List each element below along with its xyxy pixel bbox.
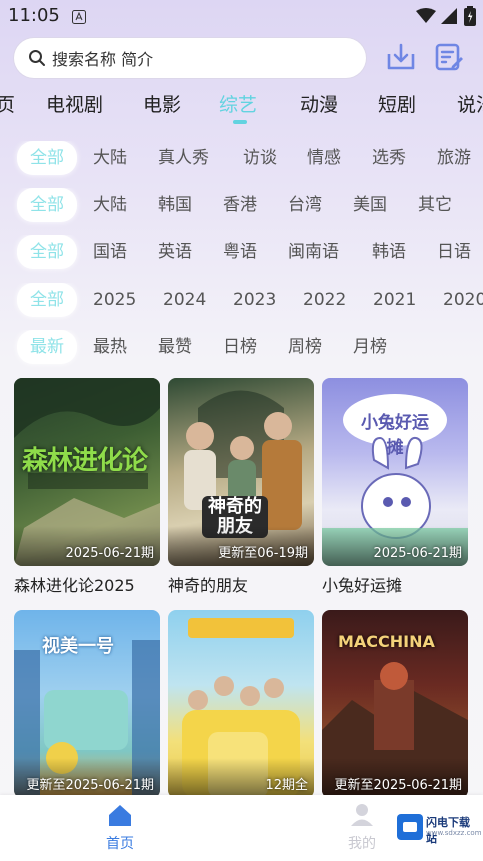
filter-lang-all[interactable]: 全部 xyxy=(17,235,77,269)
download-icon[interactable] xyxy=(386,42,416,76)
filter-row-sort: 最新 最热 最赞 日榜 周榜 月榜 xyxy=(0,330,483,370)
poster-image[interactable]: 小兔好运摊 2025-06-21期 xyxy=(322,378,468,566)
filter-type-emotion[interactable]: 情感 xyxy=(307,141,341,175)
filter-row-type: 全部 大陆 真人秀 访谈 情感 选秀 旅游 xyxy=(0,141,483,181)
filter-lang-japanese[interactable]: 日语 xyxy=(437,235,471,269)
poster-logo: 视美一号 xyxy=(42,636,114,657)
nav-mine-label: 我的 xyxy=(348,836,376,852)
signal-icon xyxy=(441,8,457,28)
poster-logo: 森林进化论 xyxy=(22,446,148,476)
filter-region-taiwan[interactable]: 台湾 xyxy=(288,188,322,222)
filter-lang-cantonese[interactable]: 粤语 xyxy=(223,235,257,269)
video-card[interactable]: 视美一号 更新至2025-06-21期 xyxy=(14,610,160,798)
tab-talk-partial[interactable]: 说法 xyxy=(457,90,483,117)
video-card[interactable]: MACCHINA 更新至2025-06-21期 xyxy=(322,610,468,798)
tab-variety[interactable]: 综艺 xyxy=(219,90,257,117)
filter-type-travel[interactable]: 旅游 xyxy=(437,141,471,175)
filter-year-2020[interactable]: 2020 xyxy=(443,283,483,317)
sort-weekly-chart[interactable]: 周榜 xyxy=(288,330,322,364)
category-tabs: 页 电视剧 电影 综艺 动漫 短剧 说法 xyxy=(0,90,483,126)
nav-mine[interactable]: 我的 xyxy=(322,803,402,853)
video-card[interactable]: 小兔好运摊 2025-06-21期 小兔好运摊 xyxy=(322,378,468,596)
filter-row-year: 全部 2025 2024 2023 2022 2021 2020 xyxy=(0,283,483,323)
filter-lang-mandarin[interactable]: 国语 xyxy=(93,235,127,269)
active-tab-indicator xyxy=(233,120,247,124)
sort-daily-chart[interactable]: 日榜 xyxy=(223,330,257,364)
episode-tag: 2025-06-21期 xyxy=(373,546,462,561)
watermark-line2: www.sdxzz.com xyxy=(426,829,482,837)
video-card[interactable]: 神奇的朋友 更新至06-19期 神奇的朋友 xyxy=(168,378,314,596)
episode-tag: 更新至2025-06-21期 xyxy=(334,778,462,793)
home-icon xyxy=(109,805,131,826)
filter-type-mainland[interactable]: 大陆 xyxy=(93,141,127,175)
filter-type-talent[interactable]: 选秀 xyxy=(372,141,406,175)
episode-tag: 2025-06-21期 xyxy=(65,546,154,561)
filter-region-mainland[interactable]: 大陆 xyxy=(93,188,127,222)
poster-image[interactable]: MACCHINA 更新至2025-06-21期 xyxy=(322,610,468,798)
poster-image[interactable]: 神奇的朋友 更新至06-19期 xyxy=(168,378,314,566)
card-title[interactable]: 小兔好运摊 xyxy=(322,572,468,596)
filter-year-2023[interactable]: 2023 xyxy=(233,283,276,317)
status-bar: 11:05 xyxy=(0,0,483,32)
card-title[interactable]: 神奇的朋友 xyxy=(168,572,314,596)
filter-region-usa[interactable]: 美国 xyxy=(353,188,387,222)
filter-type-interview[interactable]: 访谈 xyxy=(243,141,277,175)
user-icon xyxy=(351,804,373,826)
filter-year-2021[interactable]: 2021 xyxy=(373,283,416,317)
sort-monthly-chart[interactable]: 月榜 xyxy=(353,330,387,364)
poster-logo: 小兔好运摊 xyxy=(361,413,429,458)
sort-most-liked[interactable]: 最赞 xyxy=(158,330,192,364)
filter-year-all[interactable]: 全部 xyxy=(17,283,77,317)
search-input[interactable]: 搜索名称 简介 xyxy=(14,38,366,78)
video-card[interactable]: 森林进化论 2025-06-21期 森林进化论2025 xyxy=(14,378,160,596)
filter-row-language: 全部 国语 英语 粤语 闽南语 韩语 日语 xyxy=(0,235,483,275)
filter-year-2024[interactable]: 2024 xyxy=(163,283,206,317)
watermark-logo-icon xyxy=(397,814,423,840)
tab-home-partial[interactable]: 页 xyxy=(0,90,15,117)
filter-lang-english[interactable]: 英语 xyxy=(158,235,192,269)
history-notes-icon[interactable] xyxy=(434,42,464,76)
filter-type-reality[interactable]: 真人秀 xyxy=(158,141,209,175)
nav-home-label: 首页 xyxy=(106,836,134,852)
filter-lang-korean[interactable]: 韩语 xyxy=(372,235,406,269)
watermark: 闪电下载站 www.sdxzz.com xyxy=(394,812,482,845)
episode-tag: 12期全 xyxy=(265,778,308,793)
tab-short-drama[interactable]: 短剧 xyxy=(378,90,416,117)
tab-anime[interactable]: 动漫 xyxy=(300,90,338,117)
status-time: 11:05 xyxy=(8,5,60,26)
notification-icon xyxy=(72,9,86,28)
sort-latest[interactable]: 最新 xyxy=(17,330,77,364)
wifi-icon xyxy=(416,8,436,28)
search-row: 搜索名称 简介 xyxy=(0,38,483,80)
filter-year-2022[interactable]: 2022 xyxy=(303,283,346,317)
video-card[interactable]: 12期全 xyxy=(168,610,314,798)
filter-region-hongkong[interactable]: 香港 xyxy=(223,188,257,222)
filter-row-region: 全部 大陆 韩国 香港 台湾 美国 其它 xyxy=(0,188,483,228)
nav-home[interactable]: 首页 xyxy=(80,803,160,853)
filter-year-2025[interactable]: 2025 xyxy=(93,283,136,317)
filter-region-other[interactable]: 其它 xyxy=(418,188,452,222)
filter-region-all[interactable]: 全部 xyxy=(17,188,77,222)
tab-tv-series[interactable]: 电视剧 xyxy=(46,90,103,117)
poster-image[interactable]: 12期全 xyxy=(168,610,314,798)
poster-logo: MACCHINA xyxy=(338,632,435,651)
sort-hottest[interactable]: 最热 xyxy=(93,330,127,364)
filter-lang-minnan[interactable]: 闽南语 xyxy=(288,235,339,269)
tab-movies[interactable]: 电影 xyxy=(143,90,181,117)
card-title[interactable]: 森林进化论2025 xyxy=(14,572,160,596)
episode-tag: 更新至2025-06-21期 xyxy=(26,778,154,793)
battery-icon xyxy=(464,6,476,30)
search-placeholder: 搜索名称 简介 xyxy=(52,50,154,69)
poster-image[interactable]: 森林进化论 2025-06-21期 xyxy=(14,378,160,566)
filter-region-korea[interactable]: 韩国 xyxy=(158,188,192,222)
search-icon xyxy=(29,50,45,66)
filter-type-all[interactable]: 全部 xyxy=(17,141,77,175)
episode-tag: 更新至06-19期 xyxy=(218,546,308,561)
poster-image[interactable]: 视美一号 更新至2025-06-21期 xyxy=(14,610,160,798)
